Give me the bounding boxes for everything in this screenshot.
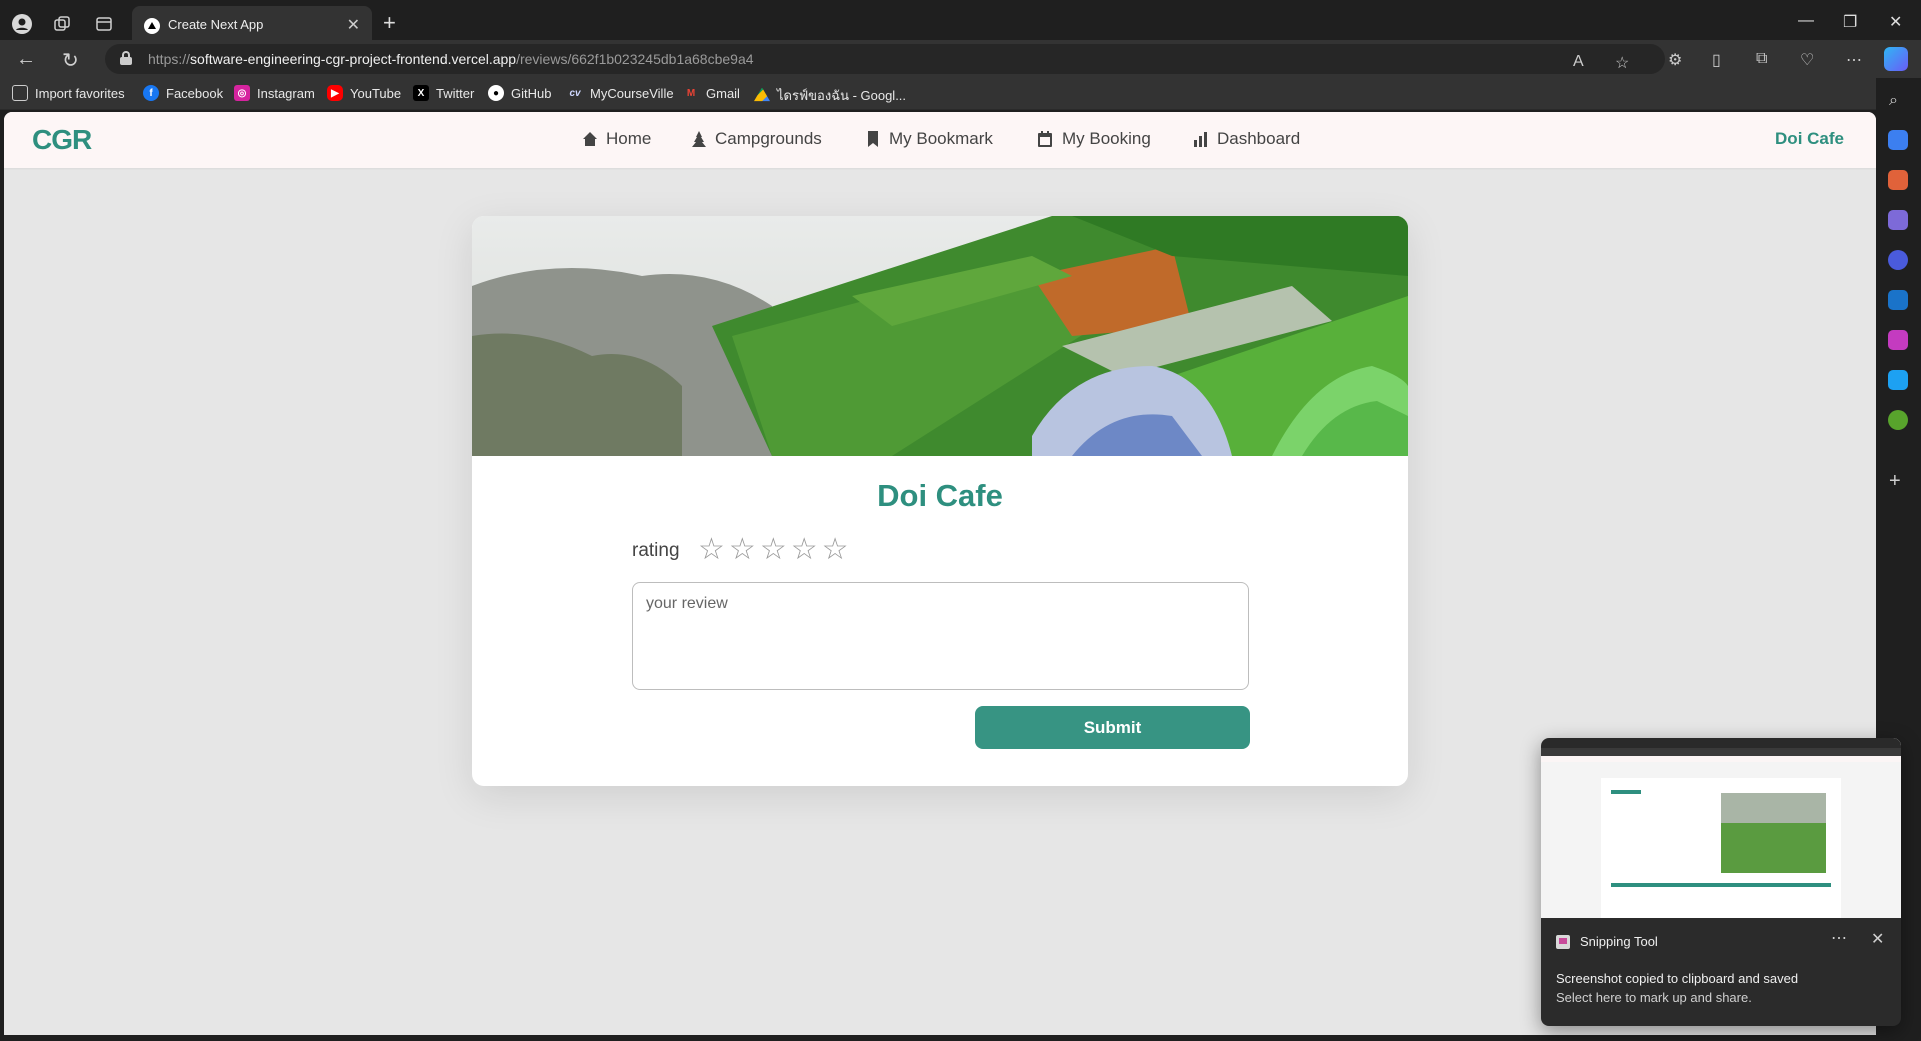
nav-campgrounds[interactable]: Campgrounds	[692, 129, 822, 149]
mycourseville-icon: cv	[569, 87, 581, 99]
bookmark-mycourseville[interactable]: cv MyCourseVille	[567, 85, 673, 101]
toast-close-icon[interactable]: ✕	[1871, 929, 1884, 949]
bookmark-icon	[868, 131, 878, 147]
outlook-icon[interactable]	[1888, 290, 1908, 310]
telegram-icon[interactable]	[1888, 370, 1908, 390]
bookmark-gmail[interactable]: M Gmail	[683, 85, 740, 101]
minimize-icon[interactable]: —	[1798, 12, 1814, 30]
tab-actions-icon[interactable]	[92, 12, 116, 36]
star-rating[interactable]: ☆ ☆ ☆ ☆ ☆	[698, 534, 853, 566]
site-navbar: CGR Home Campgrounds My Bookmark My Book…	[4, 112, 1876, 168]
snipping-tool-notification[interactable]: Snipping Tool ⋯ ✕ Screenshot copied to c…	[1541, 738, 1901, 1026]
nav-my-bookmark[interactable]: My Bookmark	[866, 129, 993, 149]
import-icon	[12, 85, 28, 101]
copilot-icon[interactable]	[1884, 47, 1908, 71]
youtube-icon: ▶	[327, 85, 343, 101]
bar-chart-icon	[1194, 132, 1207, 147]
campground-title: Doi Cafe	[877, 478, 1003, 513]
calendar-icon	[1038, 131, 1052, 147]
favorite-star-icon[interactable]: ☆	[1615, 53, 1629, 73]
tent-icon	[692, 131, 706, 147]
close-window-icon[interactable]: ✕	[1889, 12, 1902, 32]
bookmark-instagram[interactable]: ◎ Instagram	[234, 85, 315, 101]
google-drive-icon	[754, 87, 770, 102]
browser-essentials-icon[interactable]: ♡	[1800, 50, 1814, 70]
toast-hint: Select here to mark up and share.	[1556, 990, 1752, 1005]
split-screen-icon[interactable]: ▯	[1712, 50, 1721, 70]
nav-my-booking[interactable]: My Booking	[1037, 129, 1151, 149]
more-menu-icon[interactable]: ⋯	[1846, 50, 1862, 70]
star-3-icon[interactable]: ☆	[760, 534, 787, 566]
back-icon[interactable]: ←	[16, 48, 36, 71]
submit-button[interactable]: Submit	[975, 706, 1250, 749]
nextjs-favicon-icon	[144, 18, 160, 34]
close-tab-icon[interactable]: ✕	[347, 15, 360, 35]
toast-message: Screenshot copied to clipboard and saved	[1556, 971, 1799, 986]
tree-icon[interactable]	[1888, 410, 1908, 430]
x-icon: X	[413, 85, 429, 101]
campground-hero-image	[472, 216, 1408, 456]
designer-icon[interactable]	[1888, 330, 1908, 350]
lock-icon[interactable]	[120, 51, 132, 65]
copilot-sidebar-icon[interactable]	[1888, 250, 1908, 270]
extensions-icon[interactable]: ⚙	[1668, 50, 1682, 70]
review-card: Doi Cafe rating ☆ ☆ ☆ ☆ ☆ Submit	[472, 216, 1408, 786]
profile-icon[interactable]	[10, 12, 34, 36]
github-icon: ●	[488, 85, 504, 101]
tools-icon[interactable]	[1888, 170, 1908, 190]
bookmark-import-favorites[interactable]: Import favorites	[12, 85, 125, 101]
home-icon	[583, 132, 597, 146]
nav-home[interactable]: Home	[583, 129, 651, 149]
star-5-icon[interactable]: ☆	[822, 534, 849, 566]
star-2-icon[interactable]: ☆	[729, 534, 756, 566]
instagram-icon: ◎	[234, 85, 250, 101]
star-4-icon[interactable]: ☆	[791, 534, 818, 566]
bookmark-twitter[interactable]: X Twitter	[413, 85, 474, 101]
address-toolbar: ← ↻ https://software-engineering-cgr-pro…	[0, 40, 1921, 78]
star-1-icon[interactable]: ☆	[698, 534, 725, 566]
toast-more-icon[interactable]: ⋯	[1831, 928, 1847, 948]
tab-title: Create Next App	[168, 17, 264, 32]
bookmark-google-drive[interactable]: ไดรฟ์ของฉัน - Googl...	[754, 85, 906, 106]
address-bar[interactable]: https://software-engineering-cgr-project…	[105, 44, 1665, 74]
user-name-link[interactable]: Doi Cafe	[1775, 129, 1844, 149]
workspaces-icon[interactable]	[50, 12, 74, 36]
new-tab-icon[interactable]: +	[383, 12, 396, 34]
restore-icon[interactable]: ❐	[1843, 12, 1857, 32]
gmail-icon: M	[686, 87, 696, 99]
games-icon[interactable]	[1888, 210, 1908, 230]
snipping-tool-icon	[1556, 934, 1570, 949]
rating-label: rating	[632, 540, 680, 561]
bookmarks-bar: Import favorites f Facebook ◎ Instagram …	[0, 78, 1921, 110]
search-icon[interactable]: ⌕	[1889, 92, 1898, 110]
bookmark-github[interactable]: ● GitHub	[488, 85, 551, 101]
add-sidebar-app-icon[interactable]: +	[1889, 470, 1901, 493]
collections-icon[interactable]: ⧉	[1756, 50, 1767, 68]
bookmark-youtube[interactable]: ▶ YouTube	[327, 85, 401, 101]
refresh-icon[interactable]: ↻	[62, 48, 79, 73]
url-text: https://software-engineering-cgr-project…	[148, 51, 754, 67]
nav-dashboard[interactable]: Dashboard	[1194, 129, 1300, 149]
toast-app-row: Snipping Tool	[1556, 934, 1658, 949]
screenshot-thumbnail[interactable]	[1541, 738, 1901, 918]
shopping-icon[interactable]	[1888, 130, 1908, 150]
site-logo[interactable]: CGR	[32, 124, 92, 156]
read-aloud-icon[interactable]: A	[1573, 53, 1584, 71]
review-textarea[interactable]	[632, 582, 1249, 690]
bookmark-facebook[interactable]: f Facebook	[143, 85, 223, 101]
facebook-icon: f	[143, 85, 159, 101]
